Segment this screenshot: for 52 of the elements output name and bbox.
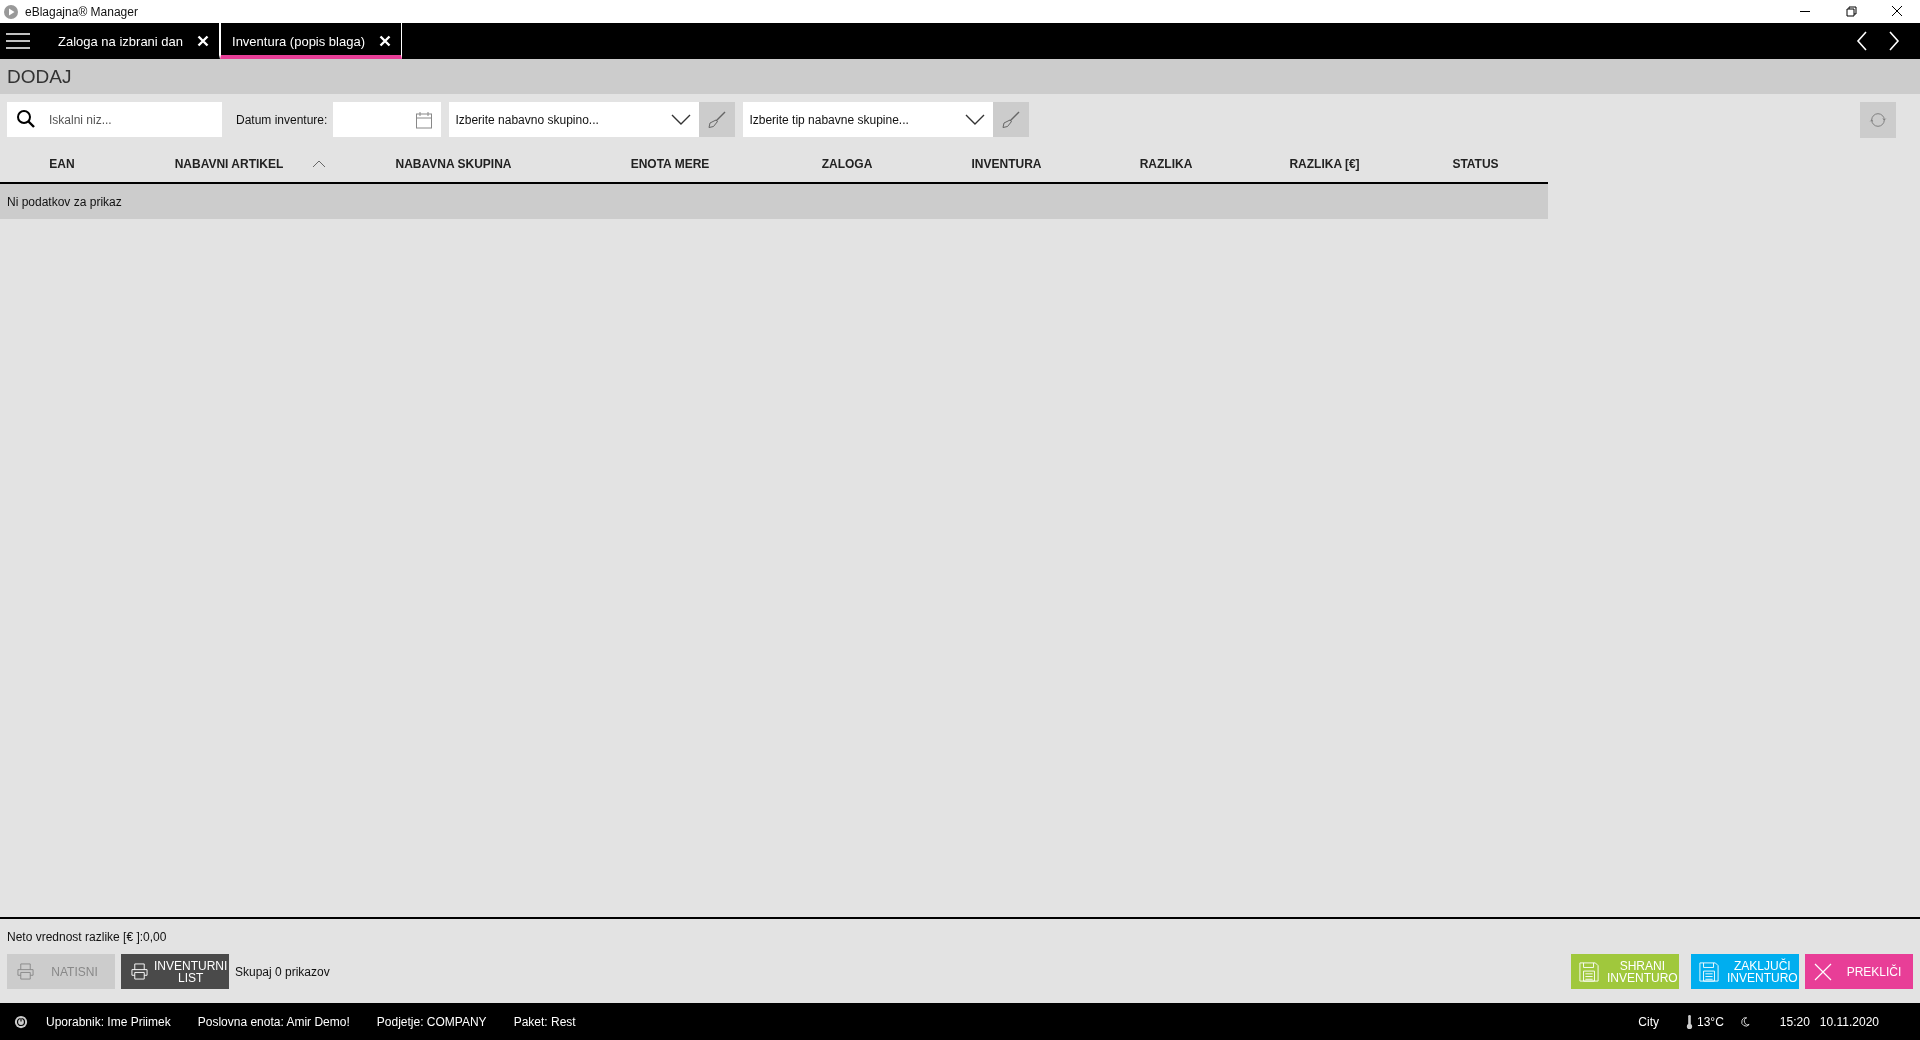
temperature-text: 13°C: [1697, 1014, 1724, 1029]
status-text: Poslovna enota: Amir Demo!: [197, 1014, 350, 1029]
empty-message: Ni podatkov za prikaz: [7, 194, 122, 209]
status-text: Paket: Rest: [513, 1014, 576, 1029]
close-icon[interactable]: [379, 35, 391, 47]
thermometer-icon: [1686, 1013, 1693, 1030]
column-header[interactable]: NABAVNA SKUPINA: [395, 156, 512, 171]
chevron-down-icon: [965, 113, 986, 126]
date-field[interactable]: [333, 102, 442, 137]
time-text: 15:20: [1779, 1014, 1810, 1029]
chevron-left-icon[interactable]: [1856, 31, 1868, 51]
sort-ascending-icon: [312, 159, 326, 168]
date-label: Datum inventure:: [236, 112, 328, 127]
status-text: Podjetje: COMPANY: [376, 1014, 487, 1029]
dropdown[interactable]: Izberite nabavno skupino...: [449, 102, 700, 137]
clear-button[interactable]: [993, 102, 1030, 137]
chevron-down-icon: [671, 113, 692, 126]
column-header[interactable]: STATUS: [1452, 156, 1499, 171]
menu-icon[interactable]: [6, 32, 30, 50]
chevron-right-icon[interactable]: [1888, 31, 1900, 51]
column-header[interactable]: ZALOGA: [821, 156, 873, 171]
status-text: Uporabnik: Ime Priimek: [46, 1014, 171, 1029]
date-text: 10.11.2020: [1819, 1014, 1879, 1029]
city-text: City: [1638, 1014, 1659, 1029]
page-title: DODAJ: [7, 65, 72, 88]
calendar-icon[interactable]: [415, 110, 434, 129]
column-header[interactable]: ENOTA MERE: [630, 156, 710, 171]
window-title: eBlagajna® Manager: [25, 4, 138, 19]
app-logo-icon: [3, 3, 19, 20]
column-header[interactable]: NABAVNI ARTIKEL: [174, 156, 284, 171]
close-icon: [1813, 961, 1833, 982]
refresh-icon: [1869, 110, 1887, 129]
dropdown[interactable]: Izberite tip nabavne skupine...: [743, 102, 994, 137]
printer-icon: [17, 963, 34, 980]
close-icon[interactable]: [197, 35, 210, 47]
brush-icon: [707, 109, 728, 130]
column-header[interactable]: EAN: [49, 156, 75, 171]
moon-icon: [1739, 1016, 1750, 1027]
cancel-button[interactable]: PREKLIČI: [1805, 954, 1913, 989]
column-header[interactable]: RAZLIKA [€]: [1289, 156, 1360, 171]
column-header[interactable]: INVENTURA: [971, 156, 1042, 171]
column-header[interactable]: RAZLIKA: [1139, 156, 1193, 171]
summary-text: Neto vrednost razlike [€ ]:0,00: [7, 930, 168, 944]
clear-button[interactable]: [699, 102, 736, 137]
print-button[interactable]: INVENTURNI LIST: [121, 954, 229, 989]
brush-icon: [1001, 109, 1022, 130]
search-field[interactable]: Iskalni niz...: [7, 102, 222, 137]
power-icon[interactable]: [14, 1014, 28, 1029]
search-icon: [16, 109, 36, 129]
printer-icon: [131, 963, 148, 980]
refresh-button[interactable]: [1860, 101, 1896, 138]
record-count: Skupaj 0 prikazov: [235, 964, 330, 979]
